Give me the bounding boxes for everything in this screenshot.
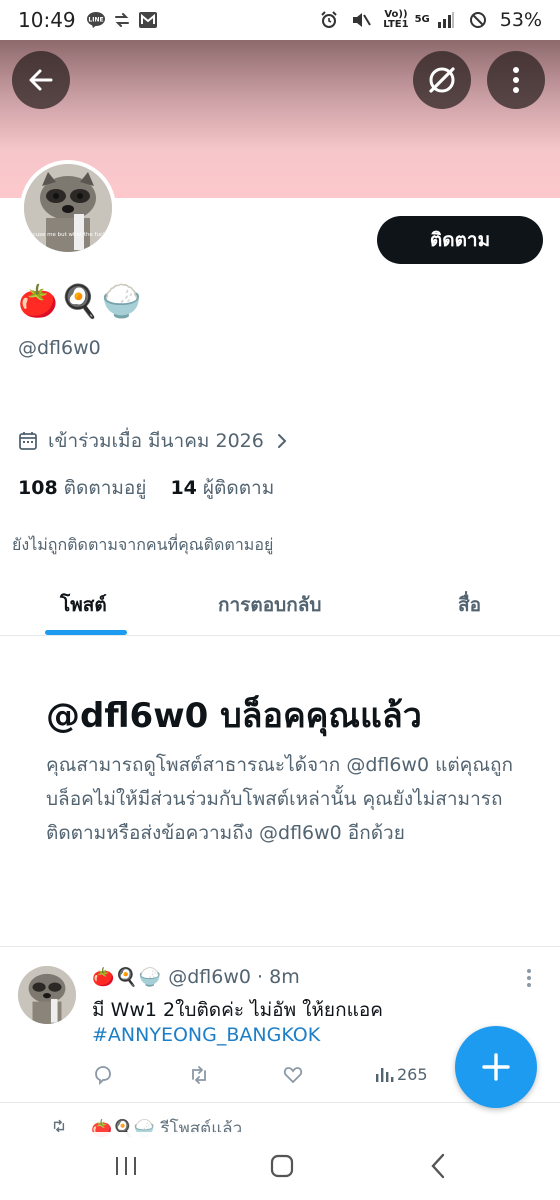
recent-apps-button[interactable] bbox=[106, 1150, 146, 1182]
arrow-left-icon bbox=[29, 69, 53, 91]
system-nav-bar bbox=[0, 1132, 560, 1200]
follow-counts: 108 ติดตามอยู่ 14 ผู้ติดตาม bbox=[18, 473, 274, 503]
repost-button[interactable] bbox=[188, 1064, 210, 1086]
joined-text: เข้าร่วมเมื่อ มีนาคม 2026 bbox=[48, 430, 264, 452]
signal-icon bbox=[436, 10, 456, 30]
back-nav-button[interactable] bbox=[418, 1150, 458, 1182]
tab-posts[interactable]: โพสต์ bbox=[60, 590, 107, 620]
status-right: Vo)) LTE1 5G 53% bbox=[319, 9, 542, 31]
grok-icon bbox=[429, 67, 455, 93]
sync-icon bbox=[112, 10, 132, 30]
views-chart-icon bbox=[376, 1068, 394, 1082]
active-tab-indicator bbox=[45, 630, 127, 635]
blocked-description: คุณสามารถดูโพสต์สาธารณะได้จาก @dfl6w0 แต… bbox=[46, 754, 514, 844]
back-button[interactable] bbox=[12, 51, 70, 109]
joined-date[interactable]: เข้าร่วมเมื่อ มีนาคม 2026 bbox=[18, 426, 288, 456]
plus-icon bbox=[482, 1053, 510, 1081]
chevron-right-icon bbox=[277, 434, 287, 448]
repost-icon bbox=[192, 1066, 206, 1084]
tab-media[interactable]: สื่อ bbox=[458, 590, 481, 620]
profile-handle: @dfl6w0 bbox=[18, 337, 101, 359]
post-more-button[interactable] bbox=[526, 968, 532, 993]
following-link[interactable]: 108 ติดตามอยู่ bbox=[18, 473, 146, 503]
avatar-image: scuse me but what the fuck bbox=[24, 164, 112, 252]
calendar-icon bbox=[19, 432, 37, 450]
follow-button[interactable]: ติดตาม bbox=[377, 216, 543, 264]
profile-tabs: โพสต์ การตอบกลับ สื่อ bbox=[0, 572, 560, 636]
views-count: 265 bbox=[397, 1064, 428, 1084]
post-separator: · bbox=[257, 966, 264, 988]
post-time: 8m bbox=[269, 966, 300, 988]
home-button[interactable] bbox=[262, 1150, 302, 1182]
back-chevron-icon bbox=[431, 1153, 445, 1179]
grok-button[interactable] bbox=[413, 51, 471, 109]
tab-replies[interactable]: การตอบกลับ bbox=[218, 590, 321, 620]
more-options-button[interactable] bbox=[487, 51, 545, 109]
line-app-icon: LINE bbox=[86, 10, 106, 30]
post-handle[interactable]: @dfl6w0 bbox=[168, 966, 251, 988]
post-avatar[interactable] bbox=[18, 966, 76, 1024]
gmail-icon bbox=[138, 10, 158, 30]
home-icon bbox=[270, 1154, 294, 1178]
post-header: 🍅🍳🍚 @dfl6w0 · 8m bbox=[92, 966, 300, 988]
blocked-title: @dfl6w0 บล็อคคุณแล้ว bbox=[46, 696, 422, 736]
like-button[interactable] bbox=[282, 1064, 304, 1086]
battery-level: 53% bbox=[499, 9, 542, 31]
volte-label: Vo)) LTE1 bbox=[383, 9, 409, 30]
recent-apps-icon bbox=[116, 1157, 136, 1175]
reply-button[interactable] bbox=[92, 1064, 114, 1086]
reply-icon bbox=[95, 1066, 111, 1086]
post-text: มี Ww1 2ใบติดค่ะ ไม่อัพ ให้ยกแอค bbox=[92, 999, 383, 1021]
avatar-caption: scuse me but what the fuck bbox=[30, 232, 107, 238]
not-followed-text: ยังไม่ถูกติดตามจากคนที่คุณติดตามอยู่ bbox=[12, 535, 274, 554]
compose-button[interactable] bbox=[455, 1026, 537, 1108]
post-display-name[interactable]: 🍅🍳🍚 bbox=[92, 967, 162, 988]
network-5g-label: 5G bbox=[414, 14, 430, 25]
status-bar: 10:49 LINE Vo)) LTE1 5G 53% bbox=[0, 0, 560, 40]
followers-link[interactable]: 14 ผู้ติดตาม bbox=[170, 473, 274, 503]
more-vertical-icon bbox=[513, 67, 519, 93]
mute-icon bbox=[351, 10, 372, 30]
post-hashtag[interactable]: #ANNYEONG_BANGKOK bbox=[92, 1024, 320, 1046]
svg-text:LINE: LINE bbox=[88, 17, 103, 24]
divider bbox=[0, 946, 560, 947]
views-button[interactable]: 265 bbox=[374, 1064, 428, 1084]
status-time: 10:49 bbox=[18, 8, 76, 32]
more-vertical-icon bbox=[527, 969, 531, 987]
profile-avatar[interactable]: scuse me but what the fuck bbox=[20, 160, 116, 256]
heart-icon bbox=[283, 1067, 303, 1084]
do-not-disturb-icon bbox=[468, 10, 488, 30]
alarm-icon bbox=[319, 10, 339, 30]
display-name: 🍅🍳🍚 bbox=[18, 282, 144, 320]
